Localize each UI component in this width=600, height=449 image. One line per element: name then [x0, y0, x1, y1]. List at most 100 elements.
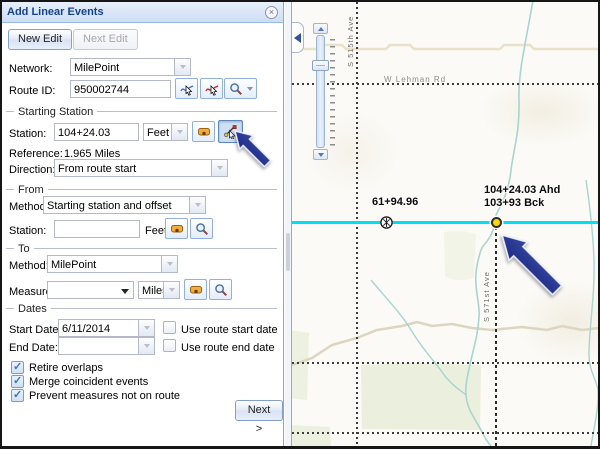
use-route-end-date-checkbox[interactable]	[163, 339, 176, 352]
direction-label: Direction:	[9, 164, 55, 176]
to-method-trigger[interactable]	[161, 256, 177, 272]
magnifier-icon	[214, 283, 228, 297]
use-route-start-date-checkbox[interactable]	[163, 321, 176, 334]
zoom-in-button[interactable]	[313, 23, 328, 34]
measure-unit-combo[interactable]: Miles	[138, 281, 180, 299]
pick-station-on-map-button[interactable]	[218, 120, 243, 143]
station-value: 104+24.03	[58, 127, 110, 139]
merge-coincident-events-label: Merge coincident events	[29, 376, 148, 388]
add-linear-events-panel: Add Linear Events × New Edit Next Edit N…	[2, 2, 284, 446]
from-method-value: Starting station and offset	[47, 200, 172, 212]
merge-coincident-events-checkbox[interactable]	[11, 375, 24, 388]
zoom-out-button[interactable]	[313, 149, 328, 160]
prevent-measures-label: Prevent measures not on route	[29, 390, 180, 402]
new-edit-button[interactable]: New Edit	[8, 29, 72, 50]
dates-legend: Dates	[6, 302, 277, 315]
from-station-unit: Feet	[145, 225, 167, 237]
station-input[interactable]: 104+24.03	[54, 123, 139, 141]
from-search-button[interactable]	[190, 218, 213, 239]
station-label-back: 103+93 Bck	[484, 197, 544, 209]
direction-value: From route start	[58, 163, 136, 175]
zoom-slider-track[interactable]	[316, 35, 325, 148]
end-date-label: End Date:	[9, 342, 58, 354]
measure-combo[interactable]	[47, 281, 134, 299]
end-date-trigger[interactable]	[138, 338, 154, 354]
road-horizontal-2	[292, 362, 598, 364]
panel-header: Add Linear Events ×	[2, 2, 283, 23]
street-label-lehman: W Lehman Rd	[384, 75, 446, 84]
station-unit-value: Feet	[147, 127, 169, 139]
from-method-trigger[interactable]	[189, 197, 205, 213]
route-id-input[interactable]: 950002744	[70, 80, 171, 98]
zoom-slider-thumb[interactable]	[312, 60, 329, 71]
street-label-515th: S 515th Ave	[346, 5, 355, 67]
from-station-input[interactable]	[54, 220, 140, 238]
chevron-up-icon	[318, 27, 324, 31]
end-date-input[interactable]	[58, 337, 155, 355]
select-route-on-map-button[interactable]	[175, 78, 198, 99]
next-edit-button[interactable]: Next Edit	[73, 29, 138, 50]
application-window: Add Linear Events × New Edit Next Edit N…	[0, 0, 600, 449]
retire-overlaps-checkbox[interactable]	[11, 361, 24, 374]
start-date-trigger[interactable]	[138, 320, 154, 336]
route-id-label: Route ID:	[9, 85, 55, 97]
network-label: Network:	[9, 63, 52, 75]
map-viewport[interactable]: W Lehman Rd S 515th Ave S 571st Ave 61+9…	[291, 2, 598, 446]
zoom-slider-ticks	[330, 39, 335, 149]
use-route-end-date-label: Use route end date	[181, 342, 275, 354]
from-measure-tool-button[interactable]	[165, 218, 188, 239]
selected-route-line	[292, 221, 598, 224]
chevron-down-icon	[318, 153, 324, 157]
chevron-down-icon[interactable]	[121, 289, 129, 294]
street-label-571st: S 571st Ave	[482, 252, 491, 322]
scrollbar-thumb[interactable]	[286, 233, 290, 271]
station-measure-tool-button[interactable]	[192, 121, 215, 142]
magnifier-icon	[229, 82, 243, 96]
station-label-ahead: 104+24.03 Ahd	[484, 184, 560, 196]
route-search-button[interactable]	[224, 78, 257, 99]
station-unit-combo[interactable]: Feet	[143, 123, 188, 141]
network-value: MilePoint	[74, 62, 119, 74]
measure-tool-icon	[170, 222, 184, 236]
road-s571st-ave	[495, 227, 497, 446]
measure-tool-icon	[189, 283, 203, 297]
start-date-value: 6/11/2014	[62, 323, 110, 335]
retire-overlaps-label: Retire overlaps	[29, 362, 103, 374]
route-id-value: 950002744	[74, 84, 129, 96]
from-legend: From	[6, 183, 277, 196]
station-unit-trigger[interactable]	[171, 124, 187, 140]
network-dropdown-trigger[interactable]	[174, 59, 190, 75]
to-method-label: Method:	[9, 260, 49, 272]
station-label: Station:	[9, 128, 46, 140]
to-measure-tool-button[interactable]	[184, 279, 207, 300]
chevron-down-icon	[247, 87, 253, 91]
to-method-value: MilePoint	[51, 259, 96, 271]
measure-unit-trigger[interactable]	[163, 282, 179, 298]
reference-point-marker[interactable]	[379, 215, 394, 230]
selected-station-marker[interactable]	[491, 217, 502, 228]
magnifier-icon	[195, 222, 209, 236]
starting-station-legend: Starting Station	[6, 105, 277, 118]
deselect-route-button[interactable]	[200, 78, 223, 99]
next-button[interactable]: Next >	[235, 400, 283, 421]
select-route-red-icon	[205, 82, 219, 96]
basemap-art	[292, 2, 598, 446]
select-route-blue-icon	[180, 82, 194, 96]
measure-tool-icon	[197, 125, 211, 139]
road-s515th-ave	[356, 2, 358, 446]
to-legend: To	[6, 242, 277, 255]
chevron-left-icon	[294, 33, 301, 43]
direction-trigger[interactable]	[211, 160, 227, 176]
to-method-combo[interactable]: MilePoint	[47, 255, 178, 273]
start-date-input[interactable]: 6/11/2014	[58, 319, 155, 337]
from-method-combo[interactable]: Starting station and offset	[43, 196, 206, 214]
prevent-measures-checkbox[interactable]	[11, 389, 24, 402]
start-date-label: Start Date:	[9, 324, 62, 336]
close-icon[interactable]: ×	[265, 6, 278, 19]
station-label-left: 61+94.96	[372, 196, 418, 208]
network-combo[interactable]: MilePoint	[70, 58, 191, 76]
collapse-panel-tab[interactable]	[291, 22, 304, 53]
direction-combo[interactable]: From route start	[54, 159, 228, 177]
from-station-label: Station:	[9, 225, 46, 237]
to-search-button[interactable]	[209, 279, 232, 300]
